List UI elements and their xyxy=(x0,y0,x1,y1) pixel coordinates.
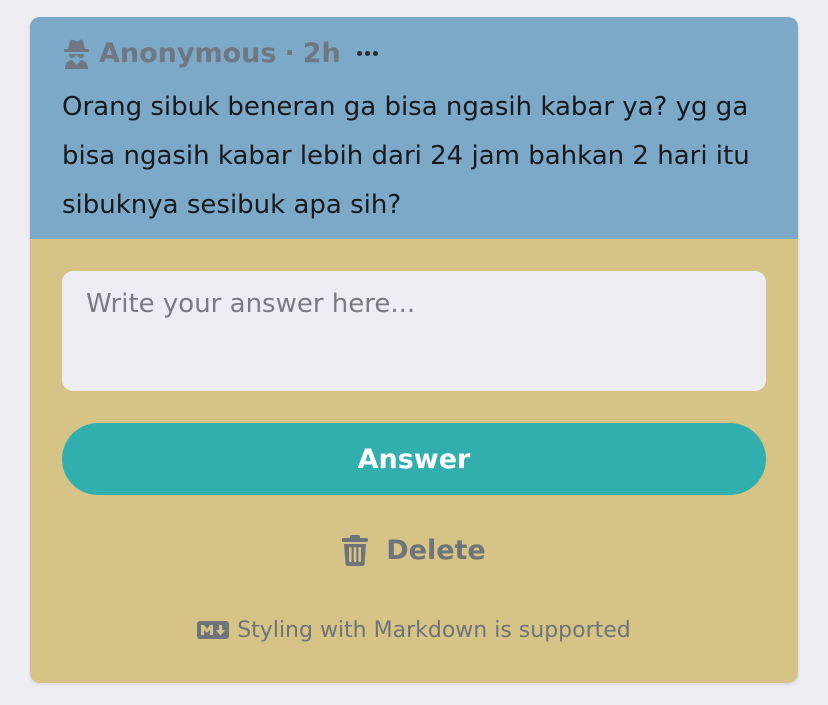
question-header: Anonymous · 2h Orang sibuk beneran ga bi… xyxy=(30,17,798,239)
delete-button[interactable]: Delete xyxy=(30,529,798,571)
more-horizontal-icon[interactable] xyxy=(356,50,378,56)
trash-icon xyxy=(342,534,369,566)
meta-separator: · xyxy=(284,37,295,69)
markdown-note: Styling with Markdown is supported xyxy=(30,615,798,645)
delete-label: Delete xyxy=(386,534,486,566)
post-time: 2h xyxy=(302,37,341,69)
question-text: Orang sibuk beneran ga bisa ngasih kabar… xyxy=(62,92,750,220)
answer-button[interactable]: Answer xyxy=(62,423,766,495)
question-meta: Anonymous · 2h xyxy=(62,35,378,71)
author-name: Anonymous xyxy=(99,37,277,69)
answer-input[interactable] xyxy=(62,271,766,391)
question-card: Anonymous · 2h Orang sibuk beneran ga bi… xyxy=(30,17,798,683)
markdown-note-text: Styling with Markdown is supported xyxy=(237,617,631,643)
spy-icon xyxy=(64,39,89,69)
markdown-icon xyxy=(197,621,230,639)
